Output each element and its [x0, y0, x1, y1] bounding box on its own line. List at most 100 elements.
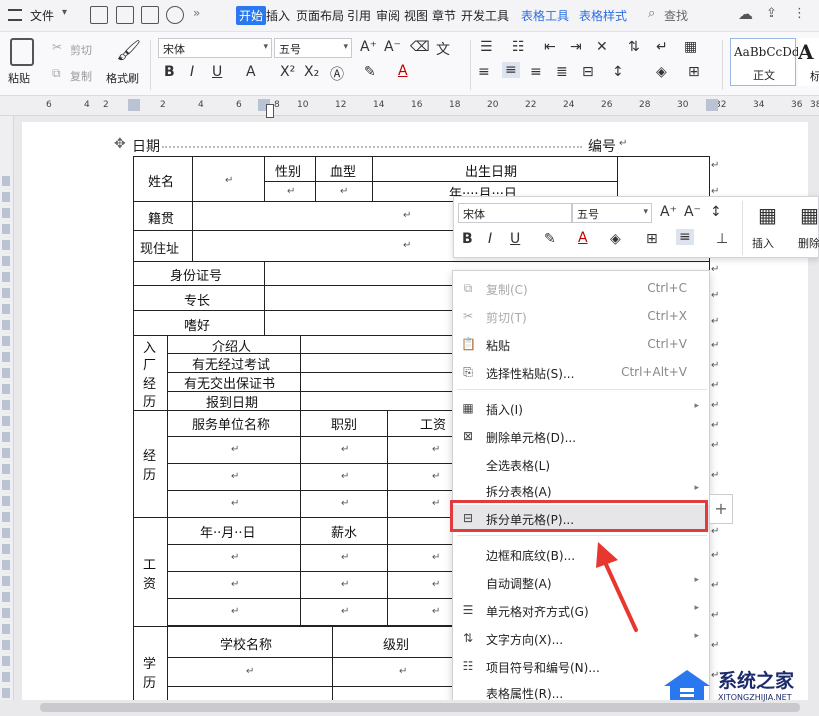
chinese-layout-icon[interactable]: ✕: [596, 39, 608, 55]
tab-references[interactable]: 引用: [347, 7, 371, 24]
blood-cell[interactable]: 血型: [315, 156, 373, 182]
right-margin-marker[interactable]: [706, 99, 718, 111]
sort-icon[interactable]: ⇅: [628, 39, 640, 55]
mini-bold-icon[interactable]: B: [462, 231, 473, 247]
cut-button[interactable]: 剪切: [70, 42, 92, 58]
shading-icon[interactable]: ◈: [656, 64, 667, 80]
mini-size-select[interactable]: 五号 ▾: [572, 203, 652, 223]
mini-grow-font-icon[interactable]: A⁺: [660, 204, 677, 220]
numbered-list-icon[interactable]: ☷: [512, 39, 525, 55]
style-heading[interactable]: A 标: [798, 38, 819, 86]
mini-highlight-icon[interactable]: ✎: [544, 231, 556, 247]
superscript-icon[interactable]: X²: [280, 64, 295, 80]
menu-item-borders[interactable]: 边框和底纹(B)...: [453, 541, 709, 567]
tab-table-style[interactable]: 表格样式: [579, 7, 627, 24]
bullet-list-icon[interactable]: ☰: [480, 39, 493, 55]
more-options-icon[interactable]: ⋮: [793, 6, 806, 21]
export-icon[interactable]: [116, 6, 134, 24]
exam-cell[interactable]: 有无经过考试: [167, 353, 301, 373]
distribute-icon[interactable]: ⊟: [582, 64, 594, 80]
tab-view[interactable]: 视图: [404, 7, 428, 24]
menu-item-text-direction[interactable]: ⇅ 文字方向(X)... ▸: [453, 625, 709, 651]
menu-item-paste[interactable]: 📋 粘贴 Ctrl+V: [453, 331, 709, 357]
table-cell[interactable]: ↵: [300, 544, 388, 572]
font-color-icon[interactable]: A: [398, 63, 408, 79]
grow-font-icon[interactable]: A⁺: [360, 39, 377, 55]
line-spacing-icon[interactable]: ↕: [612, 64, 624, 80]
decrease-indent-icon[interactable]: ⇤: [544, 39, 556, 55]
name-cell[interactable]: 姓名: [133, 156, 193, 202]
referrer-cell[interactable]: 介绍人: [167, 335, 301, 354]
table-cell[interactable]: ↵: [167, 598, 301, 626]
increase-indent-icon[interactable]: ⇥: [570, 39, 582, 55]
mini-insert-button[interactable]: 插入: [752, 235, 774, 251]
font-family-select[interactable]: 宋体 ▾: [158, 38, 272, 58]
mini-shrink-font-icon[interactable]: A⁻: [684, 204, 701, 220]
align-center-icon[interactable]: ≡: [502, 62, 520, 78]
salary-header-cell[interactable]: 薪水: [300, 517, 388, 545]
preview-icon[interactable]: [166, 6, 184, 24]
tab-chapter[interactable]: 章节: [432, 7, 456, 24]
report-date-cell[interactable]: 报到日期: [167, 391, 301, 411]
share-icon[interactable]: ⇪: [766, 6, 777, 21]
specialty-cell[interactable]: 专长: [133, 285, 265, 311]
tab-table-tools[interactable]: 表格工具: [521, 7, 569, 24]
bold-icon[interactable]: B: [164, 64, 175, 80]
pinyin-icon[interactable]: 文: [436, 39, 450, 59]
table-cell[interactable]: ↵: [300, 490, 388, 518]
mini-format-painter-icon[interactable]: ⊥: [716, 231, 728, 247]
mini-delete-button[interactable]: 删除: [798, 235, 819, 251]
employer-header-cell[interactable]: 服务单位名称: [167, 410, 301, 437]
italic-icon[interactable]: I: [190, 64, 194, 80]
align-right-icon[interactable]: ≡: [530, 64, 542, 80]
education-cell[interactable]: 学 历: [133, 626, 168, 710]
cloud-icon[interactable]: ☁: [738, 5, 753, 23]
font-style-icon[interactable]: Ⓐ: [330, 64, 344, 84]
menu-item-autofit[interactable]: 自动调整(A) ▸: [453, 569, 709, 595]
gender-cell[interactable]: 性别: [264, 156, 316, 182]
table-cell[interactable]: ↵: [300, 463, 388, 491]
address-cell[interactable]: 现住址: [133, 230, 193, 262]
birthday-cell[interactable]: 出生日期: [372, 156, 618, 182]
table-cell[interactable]: ↵: [300, 598, 388, 626]
save-icon[interactable]: [90, 6, 108, 24]
table-cell[interactable]: ↵: [300, 436, 388, 464]
column-marker[interactable]: [266, 104, 274, 118]
table-cell[interactable]: ↵: [167, 544, 301, 572]
file-menu[interactable]: 文件: [30, 7, 54, 24]
add-column-button[interactable]: +: [709, 494, 733, 524]
highlight-icon[interactable]: ✎: [364, 64, 376, 80]
school-header-cell[interactable]: 学校名称: [167, 626, 333, 658]
style-normal[interactable]: AaBbCcDd 正文: [730, 38, 800, 86]
menu-item-select-table[interactable]: 全选表格(L): [453, 451, 709, 477]
mini-border-icon[interactable]: ⊞: [646, 231, 658, 247]
search-label[interactable]: 查找: [664, 7, 688, 24]
paste-label[interactable]: 粘贴: [8, 70, 30, 86]
menu-item-cut[interactable]: ✂ 剪切(T) Ctrl+X: [453, 303, 709, 329]
subscript-icon[interactable]: X₂: [304, 64, 319, 80]
tab-developer[interactable]: 开发工具: [461, 7, 509, 24]
menu-item-insert[interactable]: ▦ 插入(I) ▸: [453, 395, 709, 421]
wage-cell[interactable]: 工 资: [133, 517, 168, 627]
entry-history-cell[interactable]: 入 厂 经 历: [133, 335, 168, 411]
underline-icon[interactable]: U: [212, 64, 222, 80]
mini-font-select[interactable]: 宋体: [458, 203, 572, 223]
mini-underline-icon[interactable]: U: [510, 231, 520, 247]
native-cell[interactable]: 籍贯: [133, 201, 193, 231]
mini-shading-icon[interactable]: ◈: [610, 231, 621, 247]
shrink-font-icon[interactable]: A⁻: [384, 39, 401, 55]
experience-cell[interactable]: 经 历: [133, 410, 168, 518]
menu-item-cell-alignment[interactable]: ☰ 单元格对齐方式(G) ▸: [453, 597, 709, 623]
mini-align-icon[interactable]: ≡: [676, 229, 694, 245]
text-effect-icon[interactable]: A: [246, 64, 256, 80]
mini-font-color-icon[interactable]: A: [578, 230, 588, 246]
justify-icon[interactable]: ≣: [556, 64, 568, 80]
paste-icon[interactable]: [10, 38, 34, 66]
search-icon[interactable]: ⌕: [648, 6, 655, 21]
table-cell[interactable]: ↵: [167, 436, 301, 464]
print-icon[interactable]: [141, 6, 159, 24]
mini-line-spacing-icon[interactable]: ↕: [710, 204, 722, 220]
clear-format-icon[interactable]: ⌫: [410, 39, 430, 55]
font-size-select[interactable]: 五号 ▾: [274, 38, 352, 58]
wage-date-header-cell[interactable]: 年··月··日: [167, 517, 301, 545]
